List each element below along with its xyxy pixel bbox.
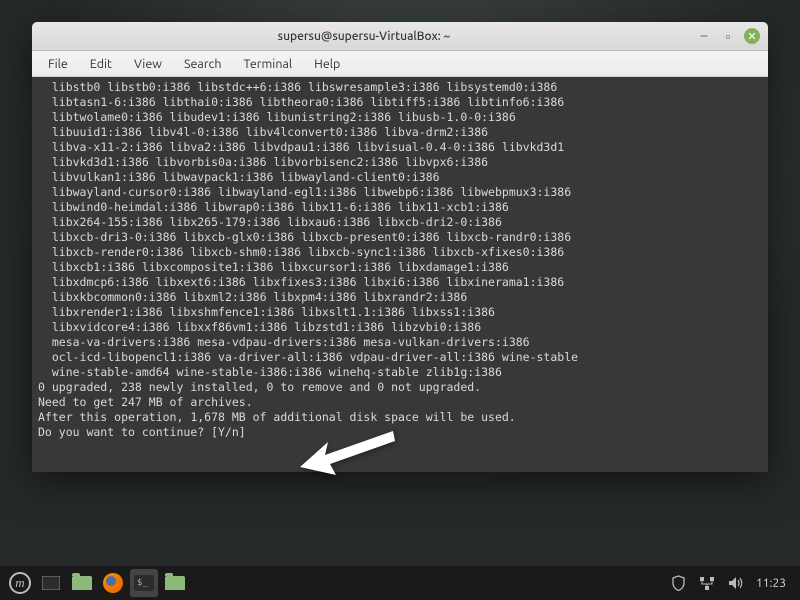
show-desktop-button[interactable] bbox=[37, 569, 65, 597]
menu-file[interactable]: File bbox=[38, 54, 78, 74]
menu-search[interactable]: Search bbox=[174, 54, 232, 74]
close-button[interactable]: ✕ bbox=[744, 28, 760, 44]
taskbar-terminal[interactable]: $_ bbox=[130, 569, 158, 597]
terminal-window: supersu@supersu-VirtualBox: ~ – ▫ ✕ File… bbox=[32, 22, 768, 472]
maximize-button[interactable]: ▫ bbox=[720, 28, 736, 44]
terminal-output[interactable]: libstb0 libstb0:i386 libstdc++6:i386 lib… bbox=[32, 77, 768, 472]
menu-button[interactable]: m bbox=[6, 569, 34, 597]
titlebar[interactable]: supersu@supersu-VirtualBox: ~ – ▫ ✕ bbox=[32, 22, 768, 51]
taskbar: m $_ 11:23 bbox=[0, 566, 800, 600]
network-icon[interactable] bbox=[699, 576, 715, 591]
menubar: File Edit View Search Terminal Help bbox=[32, 51, 768, 77]
taskbar-firefox[interactable] bbox=[99, 569, 127, 597]
window-title: supersu@supersu-VirtualBox: ~ bbox=[40, 30, 688, 43]
clock[interactable]: 11:23 bbox=[756, 577, 786, 590]
menu-edit[interactable]: Edit bbox=[80, 54, 122, 74]
taskbar-files[interactable] bbox=[68, 569, 96, 597]
menu-view[interactable]: View bbox=[124, 54, 172, 74]
shield-icon[interactable] bbox=[671, 575, 686, 591]
taskbar-files-open[interactable] bbox=[161, 569, 189, 597]
minimize-button[interactable]: – bbox=[696, 28, 712, 44]
menu-help[interactable]: Help bbox=[304, 54, 350, 74]
menu-terminal[interactable]: Terminal bbox=[234, 54, 303, 74]
volume-icon[interactable] bbox=[728, 576, 744, 590]
